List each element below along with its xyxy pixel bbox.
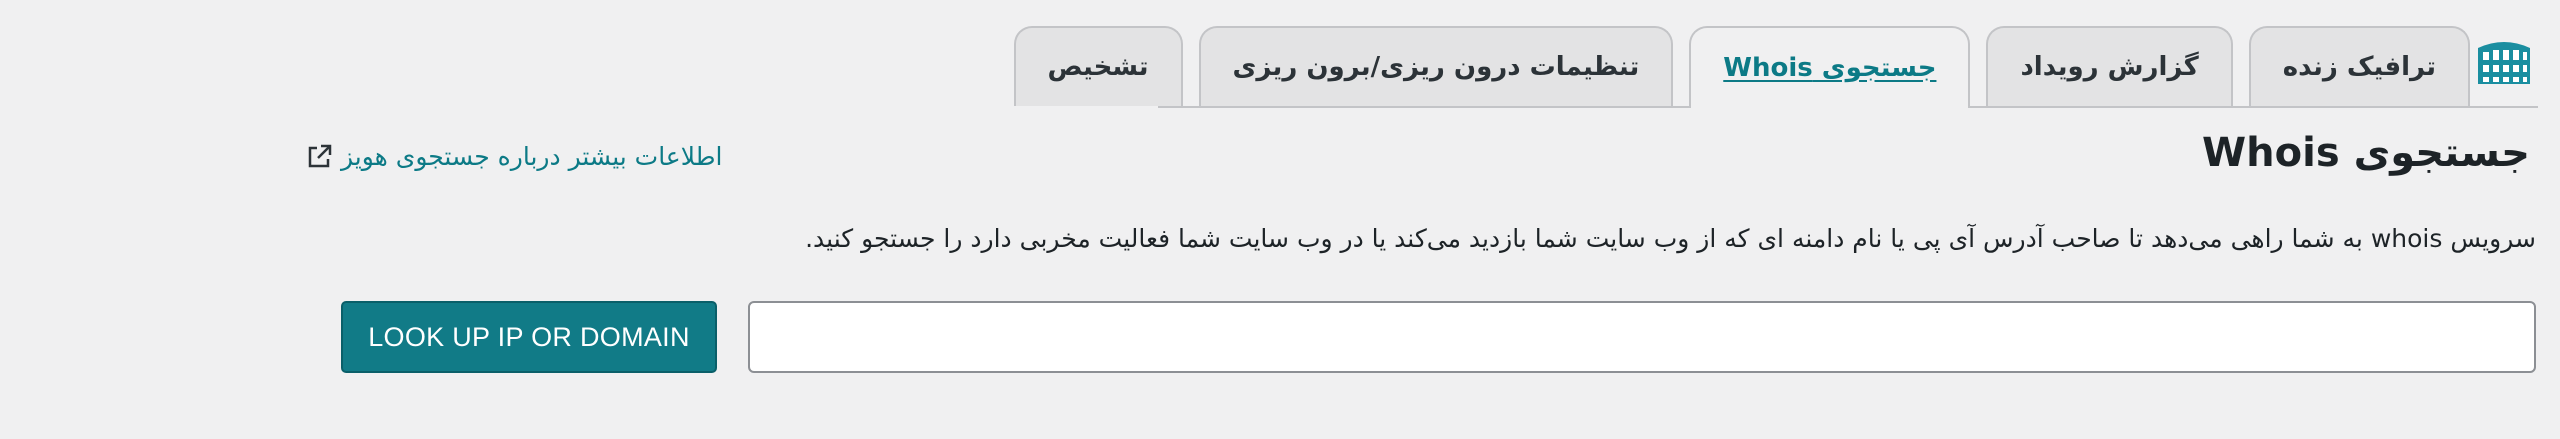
tab-diagnostics[interactable]: تشخیص [1013,26,1183,106]
external-link-icon [305,143,333,171]
page-description: سرویس whois به شما راهی می‌دهد تا صاحب آ… [805,224,2536,253]
learn-more-link[interactable]: اطلاعات بیشتر درباره جستجوی هویز [305,142,722,171]
lookup-ip-domain-input[interactable] [748,301,2536,373]
tab-import-export[interactable]: تنظیمات درون ریزی/برون ریزی [1198,26,1674,106]
whois-lookup-page: ترافیک زنده گزارش رویداد جستجوی Whois تن… [0,0,2560,439]
tabs: ترافیک زنده گزارش رویداد جستجوی Whois تن… [1013,26,2470,108]
page-title: جستجوی Whois [2202,130,2530,176]
tab-whois-lookup[interactable]: جستجوی Whois [1689,26,1971,108]
lookup-button[interactable]: LOOK UP IP OR DOMAIN [341,301,717,373]
tab-bar: ترافیک زنده گزارش رویداد جستجوی Whois تن… [1013,26,2538,108]
learn-more-label: اطلاعات بیشتر درباره جستجوی هویز [341,142,723,171]
tab-live-traffic[interactable]: ترافیک زنده [2248,26,2470,106]
wordfence-logo-icon [2470,32,2538,92]
tab-event-log[interactable]: گزارش رویداد [1986,26,2233,106]
